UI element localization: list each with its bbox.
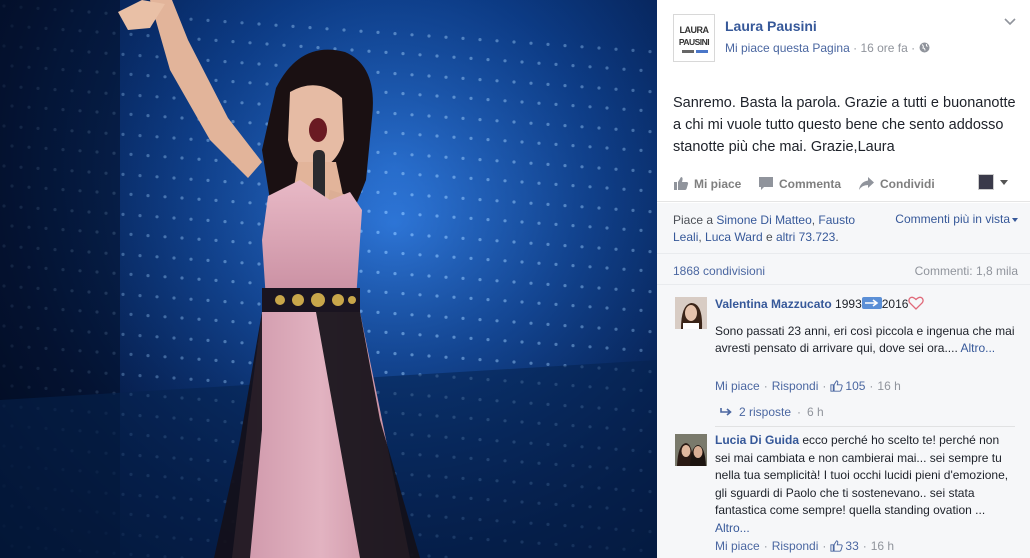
comment-actions: Mi piace · Rispondi · 33 · 16 h bbox=[715, 539, 894, 553]
comment-body: Lucia Di Guida ecco perché ho scelto te!… bbox=[715, 432, 1015, 537]
thumbs-up-icon bbox=[674, 177, 689, 190]
meta-separator: · bbox=[797, 405, 802, 419]
meta-separator: · bbox=[862, 539, 867, 553]
thumbs-up-outline-icon bbox=[830, 540, 844, 552]
see-more-link[interactable]: Altro... bbox=[715, 521, 750, 535]
liker-link[interactable]: Luca Ward bbox=[705, 230, 763, 244]
dress-bodice bbox=[262, 180, 362, 300]
meta-separator: · bbox=[869, 379, 874, 393]
share-button-label: Condividi bbox=[880, 176, 935, 191]
meta-separator: · bbox=[911, 41, 919, 55]
comment-like-count[interactable]: 33 bbox=[830, 539, 859, 553]
comments-list: Valentina Mazzucato 1993 2016 Sono passat… bbox=[657, 285, 1030, 558]
comment-text-block: Sono passati 23 anni, eri così piccola e… bbox=[715, 323, 1015, 358]
post-header: LAURA PAUSINI Laura Pausini Mi piace que… bbox=[657, 0, 1030, 75]
chevron-down-icon[interactable] bbox=[1004, 18, 1016, 26]
post-photo[interactable] bbox=[0, 0, 657, 558]
logo-line-2: PAUSINI bbox=[679, 37, 709, 47]
meta-separator: · bbox=[763, 379, 768, 393]
meta-separator: · bbox=[822, 539, 827, 553]
like-button[interactable]: Mi piace bbox=[673, 176, 741, 191]
meta-separator: · bbox=[822, 379, 827, 393]
comment-prefix: 1993 bbox=[835, 297, 862, 311]
comment-body: Valentina Mazzucato 1993 2016 Sono passat… bbox=[715, 296, 1015, 358]
commenter-photo bbox=[675, 434, 707, 466]
caret-down-icon bbox=[1012, 217, 1018, 222]
comment-suffix: 2016 bbox=[881, 297, 909, 311]
right-arrow-emoji-icon bbox=[861, 297, 882, 309]
comment-icon bbox=[759, 177, 773, 190]
view-replies-link[interactable]: 2 risposte · 6 h bbox=[719, 405, 824, 419]
logo-line-1: LAURA bbox=[680, 25, 710, 35]
comment-author-link[interactable]: Valentina Mazzucato bbox=[715, 297, 832, 311]
heart-emoji-icon bbox=[908, 296, 925, 310]
engagement-counts: 1868 condivisioni Commenti: 1,8 mila bbox=[657, 253, 1030, 285]
comment-sort-label: Commenti più in vista bbox=[895, 212, 1010, 226]
comment-button[interactable]: Commenta bbox=[758, 176, 841, 191]
action-bar: Mi piace Commenta Condividi bbox=[657, 170, 1030, 202]
likes-prefix: Piace a bbox=[673, 213, 714, 227]
comment-like-count-value: 33 bbox=[845, 539, 859, 553]
comment-like-link[interactable]: Mi piace bbox=[715, 379, 760, 393]
comment-author-link[interactable]: Lucia Di Guida bbox=[715, 433, 799, 447]
comment-time[interactable]: 16 h bbox=[871, 539, 894, 553]
acting-as-avatar[interactable] bbox=[978, 174, 994, 190]
comment-actions: Mi piace · Rispondi · 105 · 16 h bbox=[715, 379, 901, 393]
see-more-link[interactable]: Altro... bbox=[960, 341, 995, 355]
liker-link[interactable]: Simone Di Matteo bbox=[716, 213, 811, 227]
replies-time: 6 h bbox=[807, 405, 824, 419]
post-panel: LAURA PAUSINI Laura Pausini Mi piace que… bbox=[657, 0, 1030, 558]
comment-reply-link[interactable]: Rispondi bbox=[772, 539, 819, 553]
stage-photo-illustration bbox=[0, 0, 657, 558]
post-timestamp[interactable]: 16 ore fa bbox=[860, 41, 907, 55]
reply-arrow-icon bbox=[720, 408, 732, 416]
shares-count-link[interactable]: 1868 condivisioni bbox=[673, 264, 765, 278]
other-likers-link[interactable]: altri 73.723 bbox=[776, 230, 835, 244]
post-body: Sanremo. Basta la parola. Grazie a tutti… bbox=[673, 95, 1016, 155]
avatar[interactable] bbox=[675, 297, 707, 329]
comment-time[interactable]: 16 h bbox=[877, 379, 900, 393]
post-meta: Mi piace questa Pagina · 16 ore fa · bbox=[725, 41, 930, 55]
comment-reply-link[interactable]: Rispondi bbox=[772, 379, 819, 393]
comment-like-count-value: 105 bbox=[845, 379, 866, 393]
avatar[interactable] bbox=[675, 434, 707, 466]
globe-icon[interactable] bbox=[919, 42, 930, 53]
likes-text: Piace a Simone Di Matteo, Fausto Leali, … bbox=[673, 213, 856, 244]
like-page-link[interactable]: Mi piace questa Pagina bbox=[725, 41, 850, 55]
comment-sort-dropdown[interactable]: Commenti più in vista bbox=[895, 212, 1018, 226]
commenter-photo bbox=[675, 297, 707, 329]
caret-down-icon[interactable] bbox=[1000, 180, 1008, 185]
laura-pausini-logo: LAURA PAUSINI bbox=[679, 25, 710, 53]
share-arrow-icon bbox=[859, 177, 874, 190]
comment-like-link[interactable]: Mi piace bbox=[715, 539, 760, 553]
comments-count: Commenti: 1,8 mila bbox=[914, 264, 1018, 278]
comment-divider bbox=[715, 426, 1015, 427]
page-name-link[interactable]: Laura Pausini bbox=[725, 18, 817, 34]
meta-separator: · bbox=[763, 539, 768, 553]
likes-summary: Piace a Simone Di Matteo, Fausto Leali, … bbox=[657, 203, 1030, 253]
thumbs-up-outline-icon bbox=[830, 380, 844, 392]
comment-like-count[interactable]: 105 bbox=[830, 379, 865, 393]
replies-count: 2 risposte bbox=[739, 405, 792, 419]
page-avatar[interactable]: LAURA PAUSINI bbox=[673, 14, 715, 62]
like-button-label: Mi piace bbox=[694, 176, 742, 191]
comment-button-label: Commenta bbox=[779, 176, 842, 191]
share-button[interactable]: Condividi bbox=[858, 176, 935, 191]
